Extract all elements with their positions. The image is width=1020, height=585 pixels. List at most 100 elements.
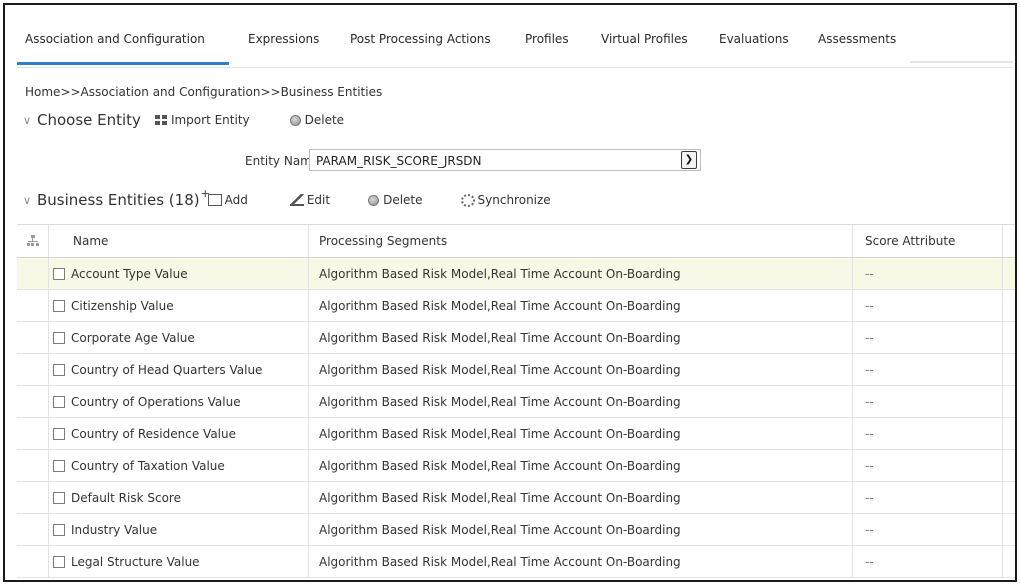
row-name-cell[interactable]: Corporate Age Value (49, 322, 309, 353)
tab-virtual-profiles[interactable]: Virtual Profiles (601, 32, 688, 46)
table-row[interactable]: Corporate Age Value Algorithm Based Risk … (17, 322, 1015, 354)
row-name-cell[interactable]: Legal Structure Value (49, 546, 309, 577)
delete-icon (289, 114, 301, 126)
tab-expressions[interactable]: Expressions (248, 32, 319, 46)
row-extra (1003, 514, 1015, 545)
table-row[interactable]: Account Type Value Algorithm Based Risk M… (17, 258, 1015, 290)
import-icon (154, 114, 167, 126)
row-checkbox[interactable] (53, 555, 65, 568)
row-segments: Algorithm Based Risk Model,Real Time Acc… (309, 386, 853, 417)
row-name: Country of Head Quarters Value (71, 362, 263, 377)
add-icon (201, 187, 222, 206)
row-score-attribute: -- (853, 514, 1003, 545)
breadcrumb[interactable]: Home>>Association and Configuration>>Bus… (25, 85, 382, 99)
tab-bar-divider (910, 61, 1013, 63)
entity-name-value: PARAM_RISK_SCORE_JRSDN (316, 154, 482, 168)
choose-entity-header: ∨ Choose Entity Import Entity Delete (23, 111, 344, 129)
row-spacer (17, 418, 49, 449)
active-tab-indicator (17, 62, 229, 65)
delete-entity-button[interactable]: Delete (289, 113, 345, 127)
synchronize-label: Synchronize (477, 193, 551, 207)
row-name-cell[interactable]: Country of Taxation Value (49, 450, 309, 481)
row-checkbox[interactable] (53, 459, 65, 472)
chevron-down-icon[interactable]: ∨ (23, 194, 37, 207)
hierarchy-icon (26, 235, 39, 247)
row-score-attribute: -- (853, 290, 1003, 321)
table-row[interactable]: Default Risk Score Algorithm Based Risk M… (17, 482, 1015, 514)
tab-post-processing-actions[interactable]: Post Processing Actions (350, 32, 491, 46)
row-name-cell[interactable]: Citizenship Value (49, 290, 309, 321)
tab-bar-baseline (17, 67, 1013, 68)
row-spacer (17, 386, 49, 417)
tab-association-configuration[interactable]: Association and Configuration (25, 32, 205, 46)
row-score-attribute: -- (853, 354, 1003, 385)
row-checkbox[interactable] (53, 395, 65, 408)
edit-icon (289, 194, 304, 206)
row-segments: Algorithm Based Risk Model,Real Time Acc… (309, 354, 853, 385)
row-name: Country of Residence Value (71, 426, 236, 441)
row-segments: Algorithm Based Risk Model,Real Time Acc… (309, 322, 853, 353)
chevron-down-icon[interactable]: ❯ (681, 151, 697, 169)
chevron-down-icon[interactable]: ∨ (23, 114, 37, 127)
row-name-cell[interactable]: Country of Head Quarters Value (49, 354, 309, 385)
sync-icon (460, 193, 475, 207)
row-name-cell[interactable]: Default Risk Score (49, 482, 309, 513)
row-checkbox[interactable] (53, 267, 65, 280)
row-checkbox[interactable] (53, 363, 65, 376)
row-name-cell[interactable]: Account Type Value (49, 258, 309, 289)
table-row[interactable]: Industry Value Algorithm Based Risk Model… (17, 514, 1015, 546)
delete-button[interactable]: Delete (368, 193, 423, 207)
row-checkbox[interactable] (53, 299, 65, 312)
header-processing-segments[interactable]: Processing Segments (309, 225, 853, 257)
row-name: Corporate Age Value (71, 330, 195, 345)
row-name-cell[interactable]: Country of Residence Value (49, 418, 309, 449)
import-entity-label: Import Entity (170, 113, 250, 127)
header-score-attribute[interactable]: Score Attribute (853, 225, 1003, 257)
row-segments: Algorithm Based Risk Model,Real Time Acc… (309, 514, 853, 545)
row-checkbox[interactable] (53, 491, 65, 504)
choose-entity-title: Choose Entity (37, 111, 141, 129)
table-row[interactable]: Country of Residence Value Algorithm Base… (17, 418, 1015, 450)
row-spacer (17, 290, 49, 321)
table-row[interactable]: Citizenship Value Algorithm Based Risk Mo… (17, 290, 1015, 322)
table-row[interactable]: Country of Taxation Value Algorithm Based… (17, 450, 1015, 482)
business-entities-header: ∨ Business Entities (18) Add Edit Delete… (23, 187, 551, 209)
tab-assessments[interactable]: Assessments (818, 32, 896, 46)
synchronize-button[interactable]: Synchronize (460, 193, 551, 207)
table-row[interactable]: Country of Head Quarters Value Algorithm … (17, 354, 1015, 386)
delete-entity-label: Delete (304, 113, 345, 127)
row-segments: Algorithm Based Risk Model,Real Time Acc… (309, 450, 853, 481)
tab-evaluations[interactable]: Evaluations (719, 32, 789, 46)
table-row[interactable]: Legal Structure Value Algorithm Based Ris… (17, 546, 1015, 578)
row-checkbox[interactable] (53, 523, 65, 536)
table-row[interactable]: Country of Operations Value Algorithm Bas… (17, 386, 1015, 418)
tab-profiles[interactable]: Profiles (525, 32, 569, 46)
row-score-attribute: -- (853, 546, 1003, 577)
row-score-attribute: -- (853, 482, 1003, 513)
row-segments: Algorithm Based Risk Model,Real Time Acc… (309, 290, 853, 321)
entity-name-select[interactable]: PARAM_RISK_SCORE_JRSDN ❯ (309, 149, 701, 171)
header-name[interactable]: Name (49, 225, 309, 257)
edit-button[interactable]: Edit (289, 193, 330, 207)
row-score-attribute: -- (853, 386, 1003, 417)
row-spacer (17, 482, 49, 513)
row-score-attribute: -- (853, 450, 1003, 481)
row-score-attribute: -- (853, 322, 1003, 353)
row-name-cell[interactable]: Industry Value (49, 514, 309, 545)
row-score-attribute: -- (853, 258, 1003, 289)
row-extra (1003, 450, 1015, 481)
row-segments: Algorithm Based Risk Model,Real Time Acc… (309, 482, 853, 513)
row-segments: Algorithm Based Risk Model,Real Time Acc… (309, 258, 853, 289)
delete-icon (368, 194, 380, 206)
row-name-cell[interactable]: Country of Operations Value (49, 386, 309, 417)
row-checkbox[interactable] (53, 427, 65, 440)
row-name: Country of Operations Value (71, 394, 241, 409)
row-checkbox[interactable] (53, 331, 65, 344)
import-entity-button[interactable]: Import Entity (154, 113, 250, 127)
row-spacer (17, 258, 49, 289)
row-spacer (17, 354, 49, 385)
row-spacer (17, 450, 49, 481)
hierarchy-column[interactable] (17, 225, 49, 257)
add-button[interactable]: Add (201, 187, 248, 207)
row-name: Citizenship Value (71, 298, 174, 313)
